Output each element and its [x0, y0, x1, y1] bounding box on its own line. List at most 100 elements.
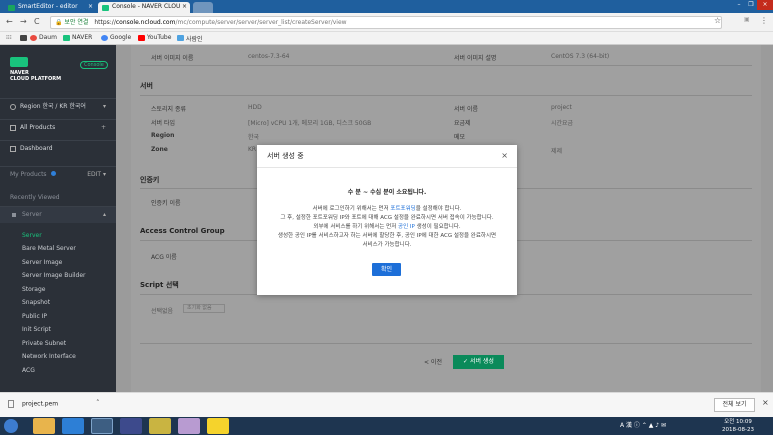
- close-icon[interactable]: ×: [762, 398, 769, 407]
- close-icon[interactable]: ×: [501, 151, 508, 160]
- dashboard-link[interactable]: Dashboard: [0, 140, 116, 157]
- sidebar-item-bare-metal[interactable]: Bare Metal Server: [22, 245, 76, 252]
- minimize-icon[interactable]: –: [733, 0, 745, 10]
- section-script: Script 선택: [140, 281, 179, 289]
- dialog-line: 서비스가 가능합니다.: [362, 242, 412, 248]
- divider: [257, 167, 517, 168]
- sidebar-item-network-interface[interactable]: Network Interface: [22, 353, 76, 360]
- naver-logo-icon: [10, 57, 28, 67]
- dialog-line: 생성한 공인 IP를 서비스하고자 하는 서버에 할당한 후, 공인 IP에 대…: [277, 233, 497, 239]
- recently-viewed: Recently Viewed: [10, 194, 60, 201]
- divider: [140, 343, 752, 344]
- forward-icon[interactable]: →: [20, 17, 27, 26]
- taskbar: A 漢 ⓘ ⌃ ▲ ♪ ✉ 오전 10:09 2018-08-23: [0, 417, 773, 435]
- all-products[interactable]: All Products +: [0, 119, 116, 136]
- tab-favicon-icon: [102, 5, 109, 11]
- chevron-up-icon[interactable]: ˄: [96, 399, 100, 407]
- edit-button[interactable]: EDIT ▾: [87, 167, 106, 183]
- section-server: 서버: [140, 82, 153, 90]
- sidebar-item-private-subnet[interactable]: Private Subnet: [22, 340, 66, 347]
- port-forwarding-link[interactable]: 포트포워딩: [390, 206, 415, 212]
- sidebar-item-init-script[interactable]: Init Script: [22, 326, 51, 333]
- browser-tab-bar: SmartEditor - editor × Console - NAVER C…: [0, 0, 773, 13]
- dialog-headline: 수 분 ~ 수십 분이 소요됩니다.: [347, 189, 427, 196]
- sidebar: NAVER CLOUD PLATFORM Console Region 한국 /…: [0, 45, 116, 392]
- prev-button[interactable]: < 이전: [418, 356, 448, 369]
- close-window-icon[interactable]: ×: [757, 0, 773, 10]
- bookmark-youtube[interactable]: YouTube: [138, 34, 171, 41]
- maximize-icon[interactable]: ❐: [745, 0, 757, 10]
- extension-icon[interactable]: ▣: [744, 16, 750, 23]
- grid-icon: [10, 125, 16, 131]
- url-input[interactable]: 🔒 보안 연결 https://console.ncloud.com/mc/co…: [50, 16, 722, 29]
- start-button[interactable]: [4, 419, 18, 433]
- app-icon[interactable]: [178, 418, 200, 434]
- section-acg: Access Control Group: [140, 227, 225, 235]
- sidebar-item-acg[interactable]: ACG: [22, 367, 35, 374]
- bookmark-saramin[interactable]: 사람인: [177, 34, 203, 43]
- console-badge: Console: [80, 61, 108, 69]
- chevron-down-icon: ▾: [102, 103, 106, 110]
- show-all-button[interactable]: 전체 보기: [714, 398, 755, 412]
- bookmark-google[interactable]: Google: [101, 34, 131, 41]
- dialog-line: 외부에 서비스를 하기 위해서는 먼저 공인 IP 생성이 필요합니다.: [313, 224, 461, 230]
- bookmarks-bar: ⁝⁝⁝ Daum NAVER Google YouTube 사람인: [0, 32, 773, 45]
- globe-icon: [10, 104, 16, 110]
- ie-icon[interactable]: [62, 418, 84, 434]
- divider: [140, 65, 752, 66]
- sidebar-item-public-ip[interactable]: Public IP: [22, 313, 47, 320]
- apps-icon[interactable]: ⁝⁝⁝: [6, 34, 12, 41]
- url-scheme: https://: [94, 19, 116, 26]
- create-server-button[interactable]: ✓ 서버 생성: [453, 355, 504, 369]
- creating-server-dialog: 서버 생성 중 × 수 분 ~ 수십 분이 소요됩니다. 서버에 로그인하기 위…: [257, 145, 517, 295]
- section-auth-key: 인증키: [140, 176, 160, 184]
- public-ip-link[interactable]: 공인 IP: [398, 224, 415, 230]
- sidebar-item-storage[interactable]: Storage: [22, 286, 45, 293]
- sidebar-item-snapshot[interactable]: Snapshot: [22, 299, 50, 306]
- server-group[interactable]: Server ▴: [0, 206, 116, 223]
- tab-close-icon[interactable]: ×: [182, 3, 187, 10]
- clock[interactable]: 오전 10:09 2018-08-23: [722, 418, 754, 434]
- url-domain: console.ncloud.com: [115, 19, 176, 26]
- lock-icon: 🔒: [55, 19, 63, 26]
- script-select[interactable]: 초기화 없음: [183, 304, 225, 313]
- dialog-line: 서버에 로그인하기 위해서는 먼저 포트포워딩을 설정해야 합니다.: [312, 206, 462, 212]
- app-icon[interactable]: [120, 418, 142, 434]
- server-icon: [12, 213, 16, 217]
- info-icon: [51, 171, 57, 176]
- bookmark-star-icon[interactable]: ☆: [714, 16, 721, 25]
- window-controls: – ❐ ×: [733, 0, 773, 10]
- kakaotalk-icon[interactable]: [207, 418, 229, 434]
- new-tab-button[interactable]: [193, 2, 213, 13]
- sidebar-item-server[interactable]: Server: [22, 232, 42, 239]
- dialog-line: 그 후, 설정한 포트포워딩 IP와 포트에 대해 ACG 설정을 완료하시면 …: [280, 215, 494, 221]
- file-explorer-icon[interactable]: [33, 418, 55, 434]
- bookmark-daum[interactable]: Daum: [30, 34, 57, 41]
- bookmark-naver[interactable]: NAVER: [63, 34, 92, 41]
- menu-icon[interactable]: ⋮: [760, 16, 768, 25]
- system-tray: A 漢 ⓘ ⌃ ▲ ♪ ✉: [620, 422, 667, 429]
- chrome-icon[interactable]: [91, 418, 113, 434]
- back-icon[interactable]: ←: [6, 17, 13, 26]
- home-icon: [10, 146, 16, 152]
- sidebar-item-server-image[interactable]: Server Image: [22, 259, 62, 266]
- chevron-up-icon: ▴: [102, 211, 106, 218]
- dialog-title: 서버 생성 중: [267, 152, 304, 160]
- region-selector[interactable]: Region 한국 / KR 한국어 ▾: [0, 98, 116, 115]
- file-icon: [8, 400, 14, 408]
- download-bar: project.pem ˄ 전체 보기 ×: [0, 392, 773, 417]
- tab-favicon-icon: [8, 5, 15, 11]
- url-path: /mc/compute/server/server/server_list/cr…: [175, 19, 347, 26]
- ncp-logo[interactable]: NAVER CLOUD PLATFORM: [10, 57, 61, 82]
- tab-smarteditor[interactable]: SmartEditor - editor ×: [4, 2, 96, 13]
- app-icon[interactable]: [149, 418, 171, 434]
- download-item[interactable]: project.pem: [8, 400, 58, 408]
- plus-icon: +: [100, 124, 106, 131]
- sidebar-item-image-builder[interactable]: Server Image Builder: [22, 272, 86, 279]
- confirm-button[interactable]: 확인: [372, 263, 401, 276]
- address-bar-row: ← → C 🔒 보안 연결 https://console.ncloud.com…: [0, 13, 773, 32]
- reload-icon[interactable]: C: [34, 17, 40, 26]
- tab-close-icon[interactable]: ×: [88, 3, 93, 10]
- tab-console[interactable]: Console - NAVER CLOU ×: [98, 2, 190, 13]
- my-products[interactable]: My Products EDIT ▾: [0, 166, 116, 183]
